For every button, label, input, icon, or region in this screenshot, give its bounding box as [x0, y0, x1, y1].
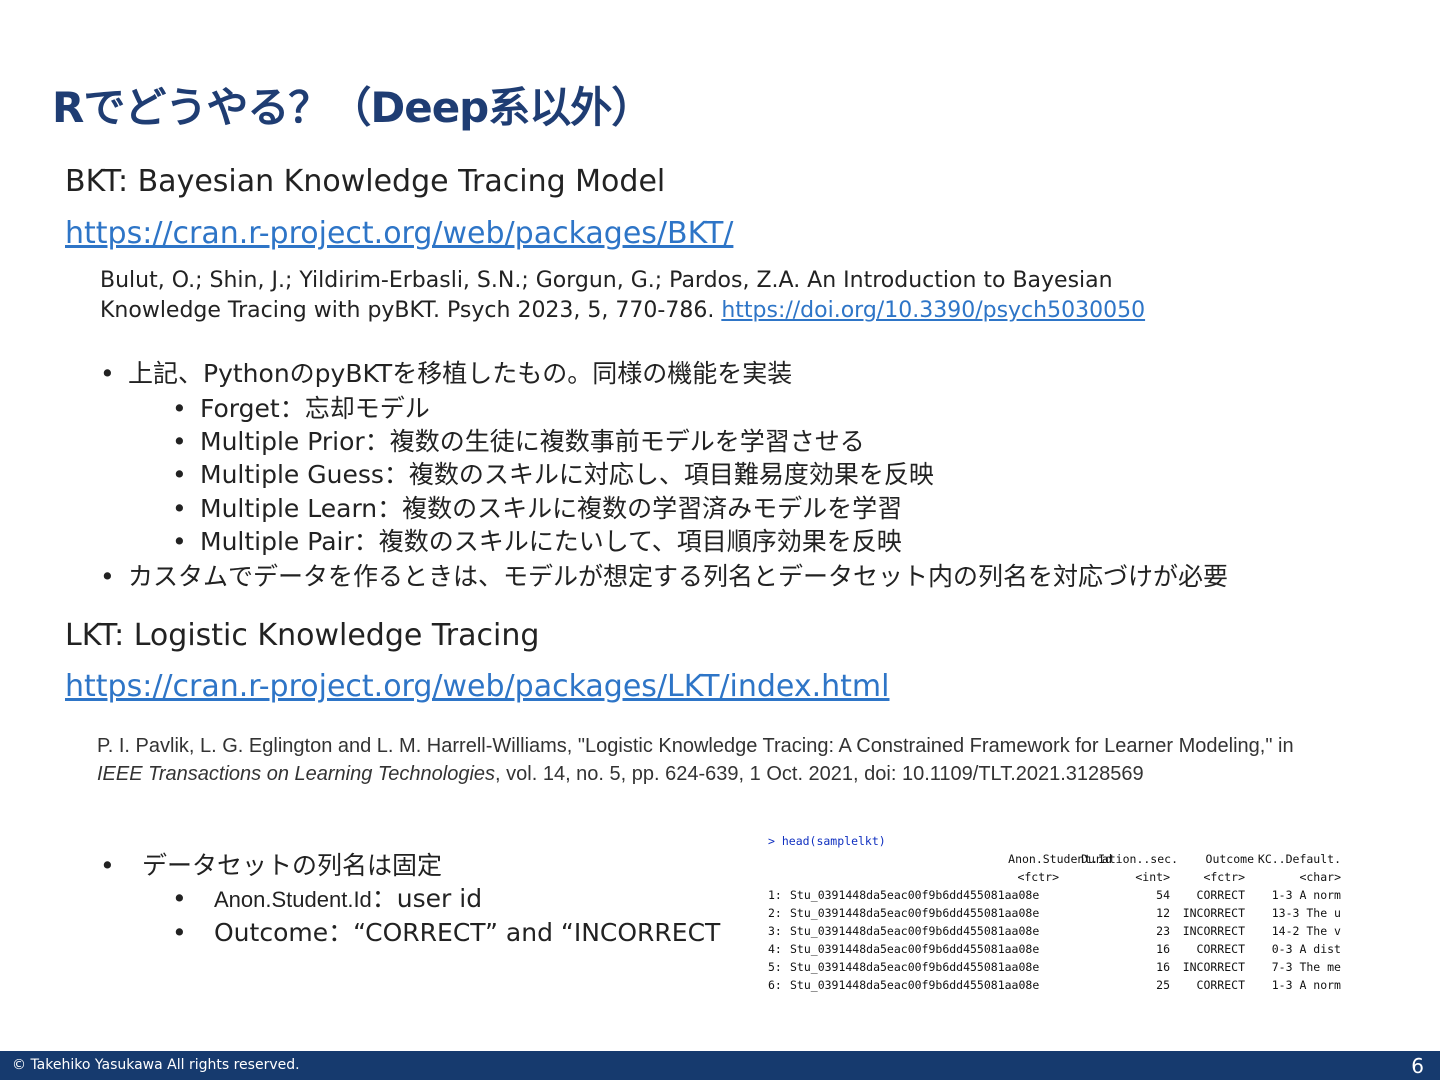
row-student-id: Stu_0391448da5eac00f9b6dd455081aa08e — [790, 942, 1040, 956]
r-console-output: > head(samplelkt) Anon.Student.Id Durati… — [765, 832, 1345, 997]
bkt-url-link[interactable]: https://cran.r-project.org/web/packages/… — [65, 216, 733, 251]
row-duration: 25 — [1156, 978, 1170, 992]
bkt-doi-link[interactable]: https://doi.org/10.3390/psych5030050 — [721, 298, 1145, 323]
sub-item-desc: ：複数の生徒に複数事前モデルを学習させる — [364, 427, 865, 456]
row-index: 6: — [768, 978, 782, 992]
row-index: 2: — [768, 906, 782, 920]
column-type: <char> — [1299, 870, 1341, 884]
row-kc: 1-3 A norm — [1271, 888, 1341, 902]
bullet-dot: • — [172, 494, 187, 523]
bkt-sub-item: • Multiple Learn：複数のスキルに複数の学習済みモデルを学習 — [172, 489, 902, 525]
row-kc: 1-3 A norm — [1271, 978, 1341, 992]
row-index: 3: — [768, 924, 782, 938]
column-type: <int> — [1135, 870, 1170, 884]
row-duration: 12 — [1156, 906, 1170, 920]
row-student-id: Stu_0391448da5eac00f9b6dd455081aa08e — [790, 960, 1040, 974]
bullet-dot: • — [172, 527, 187, 556]
bkt-bullet-2: • カスタムでデータを作るときは、モデルが想定する列名とデータセット内の列名を対応… — [100, 557, 1228, 593]
bullet-text: データセットの列名は固定 — [142, 851, 443, 880]
row-outcome: CORRECT — [1196, 978, 1245, 992]
sub-item-term: Multiple Pair — [200, 527, 354, 556]
row-student-id: Stu_0391448da5eac00f9b6dd455081aa08e — [790, 924, 1040, 938]
bkt-reference-text: Knowledge Tracing with pyBKT. Psych 2023… — [100, 298, 715, 323]
row-duration: 16 — [1156, 960, 1170, 974]
bullet-dot: • — [100, 851, 115, 880]
column-header-duration: Duration..sec. — [1081, 852, 1178, 866]
row-duration: 54 — [1156, 888, 1170, 902]
sub-item-term: Anon.Student.Id — [214, 887, 372, 912]
lkt-reference-text: P. I. Pavlik, L. G. Eglington and L. M. … — [97, 735, 1294, 757]
sub-item-desc: ：複数のスキルに対応し、項目難易度効果を反映 — [383, 460, 934, 489]
bullet-dot: • — [172, 884, 187, 913]
bullet-dot: • — [100, 562, 115, 591]
row-kc: 7-3 The me — [1271, 960, 1341, 974]
bullet-dot: • — [172, 394, 187, 423]
row-outcome: INCORRECT — [1182, 906, 1245, 920]
row-outcome: CORRECT — [1196, 888, 1245, 902]
bullet-text: 上記、PythonのpyBKTを移植したもの。同様の機能を実装 — [128, 359, 793, 388]
row-student-id: Stu_0391448da5eac00f9b6dd455081aa08e — [790, 888, 1040, 902]
sub-item-desc: ：忘却モデル — [279, 394, 430, 423]
sub-item-desc: ：複数のスキルにたいして、項目順序効果を反映 — [353, 527, 902, 556]
copyright-text: © Takehiko Yasukawa All rights reserved. — [12, 1057, 300, 1073]
lkt-sub-item: • Outcome：“CORRECT” and “INCORRECT — [172, 913, 720, 949]
bullet-dot: • — [172, 460, 187, 489]
sub-item-desc: ：複数のスキルに複数の学習済みモデルを学習 — [377, 494, 903, 523]
lkt-reference-journal: IEEE Transactions on Learning Technologi… — [97, 763, 496, 785]
row-kc: 0-3 A dist — [1271, 942, 1341, 956]
page-number: 6 — [1411, 1054, 1424, 1078]
row-index: 4: — [768, 942, 782, 956]
sub-item-desc: ：“CORRECT” and “INCORRECT — [328, 918, 721, 947]
column-type: <fctr> — [1017, 870, 1059, 884]
bkt-heading: BKT: Bayesian Knowledge Tracing Model — [65, 164, 666, 199]
row-outcome: INCORRECT — [1182, 960, 1245, 974]
column-header-kc: KC..Default. — [1257, 852, 1341, 866]
row-outcome: CORRECT — [1196, 942, 1245, 956]
sub-item-term: Forget — [200, 394, 280, 423]
row-kc: 14-2 The v — [1271, 924, 1341, 938]
sub-item-term: Multiple Prior — [200, 427, 365, 456]
lkt-heading: LKT: Logistic Knowledge Tracing — [65, 618, 540, 653]
bullet-dot: • — [100, 359, 115, 388]
sub-item-term: Outcome — [214, 918, 329, 947]
page-title: Rでどうやる？（Deep系以外） — [52, 83, 653, 132]
lkt-url-link[interactable]: https://cran.r-project.org/web/packages/… — [65, 669, 889, 704]
lkt-sub-item: • Anon.Student.Id：user id — [172, 879, 482, 915]
column-header-outcome: Outcome — [1205, 852, 1254, 866]
row-duration: 16 — [1156, 942, 1170, 956]
lkt-reference-tail: , vol. 14, no. 5, pp. 624-639, 1 Oct. 20… — [495, 763, 1144, 785]
bkt-sub-item: • Forget：忘却モデル — [172, 389, 430, 425]
bkt-bullet-1: • 上記、PythonのpyBKTを移植したもの。同様の機能を実装 — [100, 354, 792, 390]
row-student-id: Stu_0391448da5eac00f9b6dd455081aa08e — [790, 978, 1040, 992]
footer-bar: © Takehiko Yasukawa All rights reserved.… — [0, 1051, 1440, 1080]
row-outcome: INCORRECT — [1182, 924, 1245, 938]
column-type: <fctr> — [1203, 870, 1245, 884]
row-index: 5: — [768, 960, 782, 974]
lkt-bullet-1: • データセットの列名は固定 — [100, 846, 442, 882]
bullet-dot: • — [172, 427, 187, 456]
bullet-dot: • — [172, 918, 187, 947]
sub-item-term: Multiple Guess — [200, 460, 384, 489]
bkt-sub-item: • Multiple Guess：複数のスキルに対応し、項目難易度効果を反映 — [172, 455, 934, 491]
bullet-text: カスタムでデータを作るときは、モデルが想定する列名とデータセット内の列名を対応づ… — [128, 562, 1229, 591]
sub-item-term: Multiple Learn — [200, 494, 378, 523]
row-kc: 13-3 The u — [1271, 906, 1341, 920]
bkt-sub-item: • Multiple Prior：複数の生徒に複数事前モデルを学習させる — [172, 422, 865, 458]
console-command: > head(samplelkt) — [768, 834, 886, 848]
row-duration: 23 — [1156, 924, 1170, 938]
bkt-sub-item: • Multiple Pair：複数のスキルにたいして、項目順序効果を反映 — [172, 522, 902, 558]
sub-item-desc: ：user id — [371, 884, 483, 913]
bkt-reference-line2: Knowledge Tracing with pyBKT. Psych 2023… — [100, 296, 1145, 326]
row-index: 1: — [768, 888, 782, 902]
bkt-reference-line1: Bulut, O.; Shin, J.; Yildirim-Erbasli, S… — [100, 268, 1113, 293]
row-student-id: Stu_0391448da5eac00f9b6dd455081aa08e — [790, 906, 1040, 920]
lkt-reference: P. I. Pavlik, L. G. Eglington and L. M. … — [97, 732, 1317, 788]
